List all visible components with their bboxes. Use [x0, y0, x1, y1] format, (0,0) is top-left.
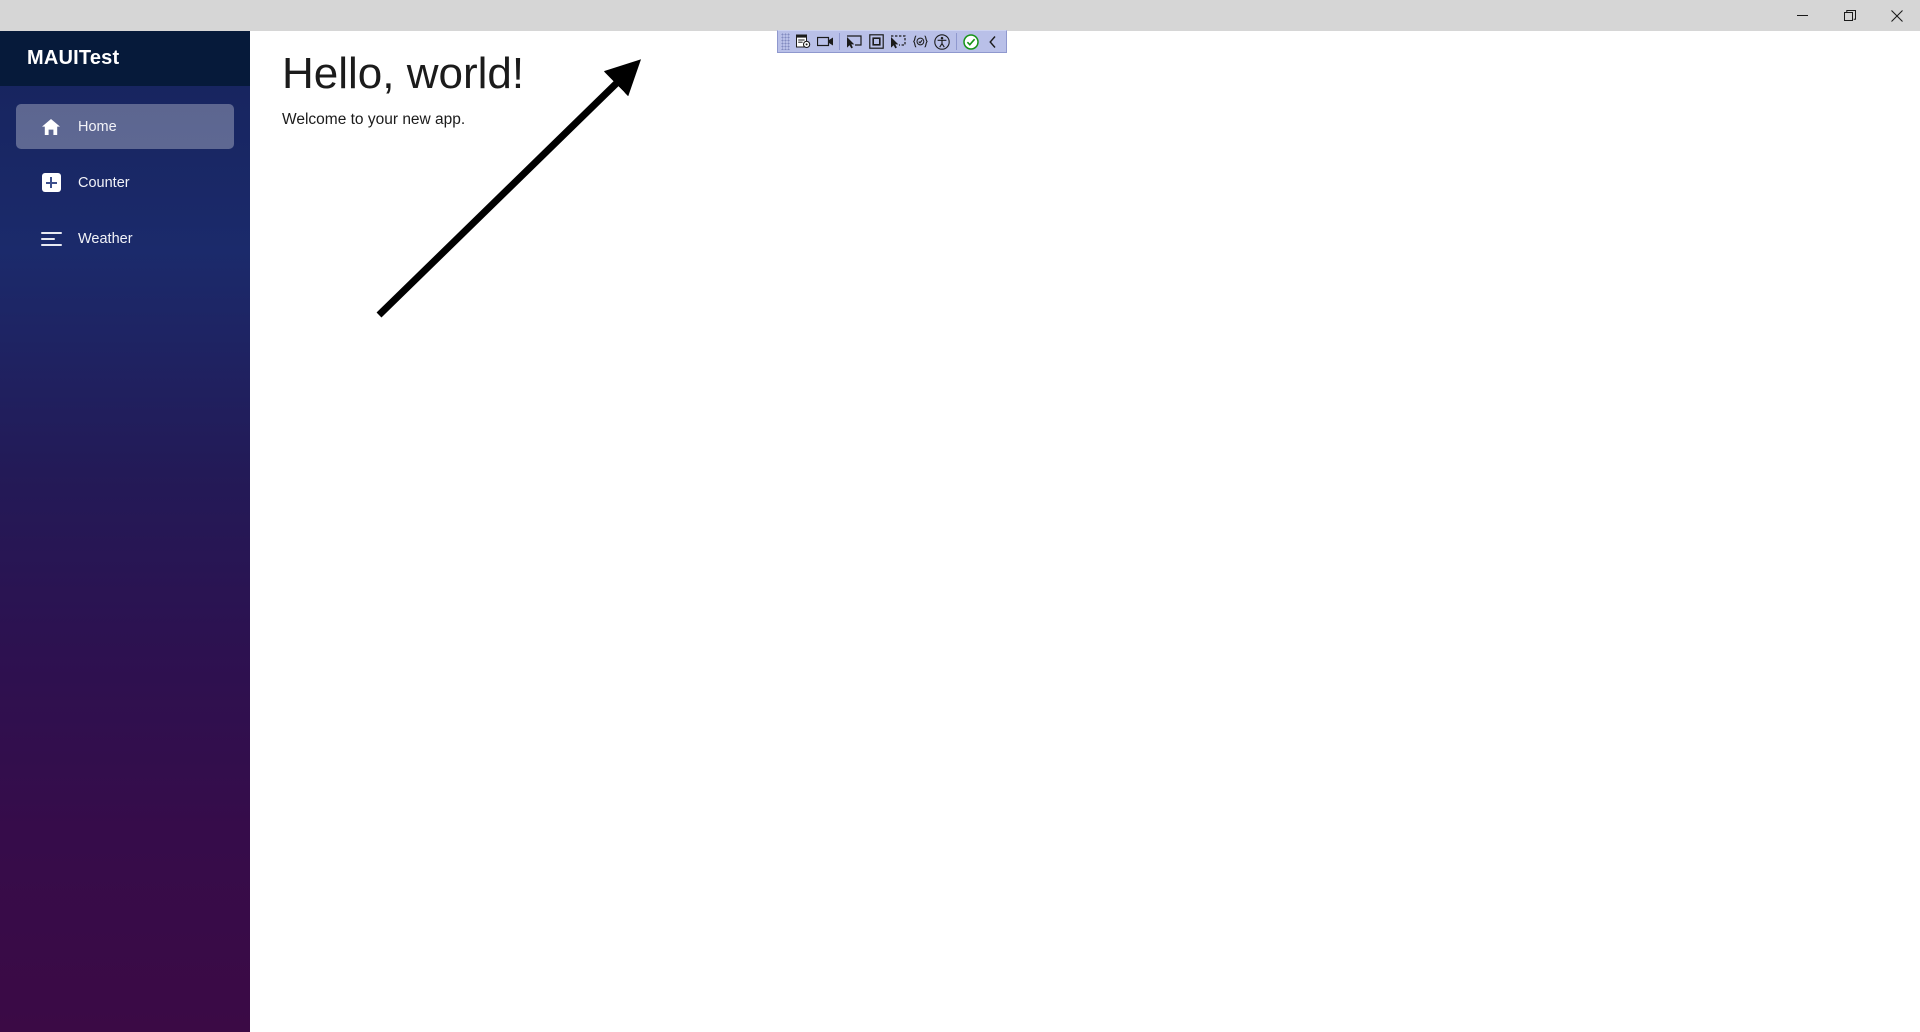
accessibility-checker-button[interactable]: [931, 32, 953, 52]
dev-toolbar[interactable]: [777, 30, 1007, 53]
live-preview-button[interactable]: [814, 32, 836, 52]
dashed-select-icon: [891, 34, 906, 48]
close-icon: [1890, 9, 1903, 22]
main-content: Hello, world! Welcome to your new app.: [250, 31, 1920, 1032]
square-outline-icon: [868, 34, 884, 49]
page-subtitle: Welcome to your new app.: [282, 111, 466, 128]
plus-square-icon: [40, 172, 62, 194]
toolbar-separator: [956, 33, 957, 50]
sidebar: MAUITest Home Counter Weather: [0, 31, 250, 1032]
minimize-button[interactable]: [1779, 0, 1826, 31]
toolbar-separator: [839, 33, 840, 50]
sidebar-header: MAUITest: [0, 31, 250, 86]
sidebar-item-weather[interactable]: Weather: [16, 216, 234, 261]
display-layout-explorer-button[interactable]: [887, 32, 909, 52]
select-element-button[interactable]: [843, 32, 865, 52]
sidebar-item-label: Counter: [78, 174, 130, 191]
accessibility-icon: [934, 33, 950, 50]
minimize-icon: [1797, 15, 1808, 16]
collapse-toolbar-button[interactable]: [982, 32, 1004, 52]
cursor-select-icon: [847, 34, 862, 48]
window-title-bar[interactable]: [0, 0, 1920, 31]
sidebar-item-home[interactable]: Home: [16, 104, 234, 149]
home-icon: [40, 116, 62, 138]
app-window: MAUITest Home Counter Weather Hello, wor…: [0, 0, 1920, 1032]
list-lines-icon: [40, 228, 62, 250]
restore-button[interactable]: [1826, 0, 1873, 31]
check-circle-icon: [963, 33, 979, 50]
sidebar-item-counter[interactable]: Counter: [16, 160, 234, 205]
display-layout-adorner-button[interactable]: [865, 32, 887, 52]
sidebar-item-label: Weather: [78, 230, 133, 247]
close-button[interactable]: [1873, 0, 1920, 31]
hot-reload-status-button[interactable]: [960, 32, 982, 52]
app-brand-title: MAUITest: [27, 47, 120, 69]
chevron-left-icon: [989, 35, 996, 48]
page-title: Hello, world!: [282, 49, 525, 98]
form-settings-icon: [795, 34, 810, 49]
sidebar-nav-list: Home Counter Weather: [0, 86, 250, 261]
braces-check-icon: [912, 35, 928, 48]
track-focused-element-button[interactable]: [909, 32, 931, 52]
grip-dots-icon[interactable]: [781, 33, 790, 50]
camera-icon: [816, 36, 833, 47]
sidebar-item-label: Home: [78, 118, 117, 135]
go-to-live-visual-tree-button[interactable]: [792, 32, 814, 52]
restore-icon: [1843, 9, 1856, 21]
